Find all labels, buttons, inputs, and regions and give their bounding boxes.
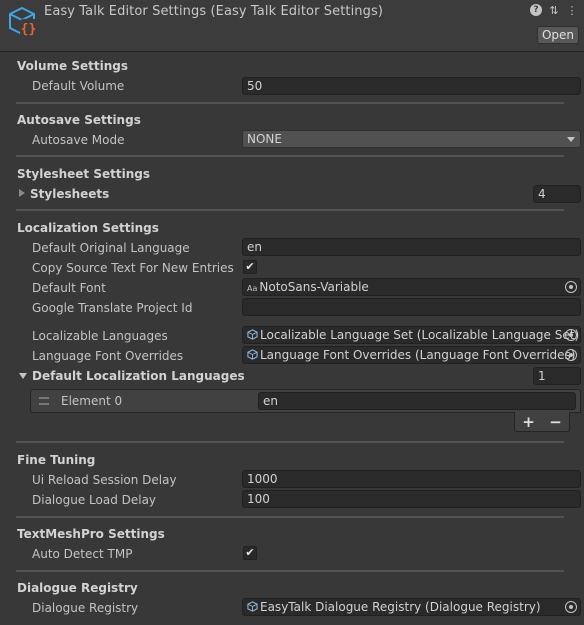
default-volume-label: Default Volume [32, 79, 125, 93]
localizable-languages-value: Localizable Language Set (Localizable La… [260, 328, 580, 342]
copy-source-checkbox[interactable]: ✔ [243, 260, 257, 274]
default-volume-field[interactable]: 50 [242, 77, 581, 95]
divider [16, 155, 564, 157]
scriptable-object-icon [247, 329, 258, 340]
object-picker-icon[interactable] [565, 349, 577, 361]
reload-delay-label: Ui Reload Session Delay [32, 473, 177, 487]
section-title-registry: Dialogue Registry [17, 581, 138, 595]
copy-source-label: Copy Source Text For New Entries [32, 261, 234, 275]
stylesheets-label: Stylesheets [30, 187, 110, 201]
autosave-mode-label: Autosave Mode [32, 133, 125, 147]
default-font-value: NotoSans-Variable [259, 280, 369, 294]
section-title-volume: Volume Settings [17, 59, 128, 73]
foldout-arrow-icon [19, 189, 25, 197]
divider [16, 570, 564, 572]
preset-icon[interactable]: ⇅ [548, 4, 560, 17]
reload-delay-field[interactable]: 1000 [242, 470, 581, 488]
default-font-label: Default Font [32, 281, 106, 295]
autosave-mode-dropdown[interactable]: NONE [242, 130, 581, 148]
google-project-field[interactable] [242, 298, 581, 316]
add-element-button[interactable]: + [522, 413, 535, 431]
scriptable-object-icon [247, 601, 258, 612]
font-asset-icon: Aa [247, 284, 258, 293]
list-item-field[interactable]: en [258, 392, 576, 410]
section-title-stylesheet: Stylesheet Settings [17, 167, 150, 181]
drag-handle-icon[interactable] [39, 397, 49, 405]
list-footer: + − [514, 412, 570, 432]
kebab-menu-icon[interactable]: ⋮ [566, 4, 578, 17]
default-languages-label: Default Localization Languages [32, 369, 245, 383]
section-title-localization: Localization Settings [17, 221, 159, 235]
localizable-languages-label: Localizable Languages [32, 329, 168, 343]
registry-field[interactable]: EasyTalk Dialogue Registry (Dialogue Reg… [242, 598, 581, 616]
object-picker-icon[interactable] [565, 281, 577, 293]
font-overrides-label: Language Font Overrides [32, 349, 184, 363]
default-font-field[interactable]: Aa NotoSans-Variable [242, 278, 581, 296]
divider [16, 516, 564, 518]
load-delay-field[interactable]: 100 [242, 490, 581, 508]
default-languages-foldout[interactable]: Default Localization Languages [19, 369, 245, 383]
autosave-mode-value: NONE [247, 132, 282, 146]
google-project-label: Google Translate Project Id [32, 301, 193, 315]
stylesheets-count-field[interactable]: 4 [533, 185, 581, 203]
section-title-fine-tuning: Fine Tuning [17, 453, 96, 467]
divider [16, 102, 564, 104]
object-picker-icon[interactable] [565, 601, 577, 613]
easytalk-logo-icon: {} [9, 6, 37, 37]
svg-text:{}: {} [21, 22, 37, 37]
section-title-autosave: Autosave Settings [17, 113, 141, 127]
original-language-field[interactable]: en [242, 238, 581, 256]
inspector-header: {} Easy Talk Editor Settings (Easy Talk … [0, 0, 584, 52]
section-title-tmp: TextMeshPro Settings [17, 527, 165, 541]
default-languages-list: Element 0 en [30, 389, 581, 413]
auto-detect-label: Auto Detect TMP [32, 547, 133, 561]
object-picker-icon[interactable] [565, 329, 577, 341]
remove-element-button[interactable]: − [549, 413, 562, 431]
open-button[interactable]: Open [537, 26, 579, 44]
font-overrides-value: Language Font Overrides (Language Font O… [260, 348, 576, 362]
scriptable-object-icon [247, 349, 258, 360]
list-item-label: Element 0 [61, 394, 123, 408]
auto-detect-checkbox[interactable]: ✔ [243, 546, 257, 560]
localizable-languages-field[interactable]: Localizable Language Set (Localizable La… [242, 326, 581, 344]
stylesheets-foldout[interactable]: Stylesheets [19, 187, 109, 201]
help-icon[interactable]: ? [530, 4, 542, 16]
chevron-down-icon [567, 137, 575, 142]
registry-label: Dialogue Registry [32, 601, 139, 615]
default-languages-count-field[interactable]: 1 [533, 367, 581, 385]
divider [16, 209, 564, 211]
window-title: Easy Talk Editor Settings (Easy Talk Edi… [44, 4, 384, 19]
foldout-arrow-icon [19, 373, 27, 379]
load-delay-label: Dialogue Load Delay [32, 493, 157, 507]
registry-value: EasyTalk Dialogue Registry (Dialogue Reg… [260, 600, 541, 614]
original-language-label: Default Original Language [32, 241, 190, 255]
divider [16, 441, 564, 443]
font-overrides-field[interactable]: Language Font Overrides (Language Font O… [242, 346, 581, 364]
